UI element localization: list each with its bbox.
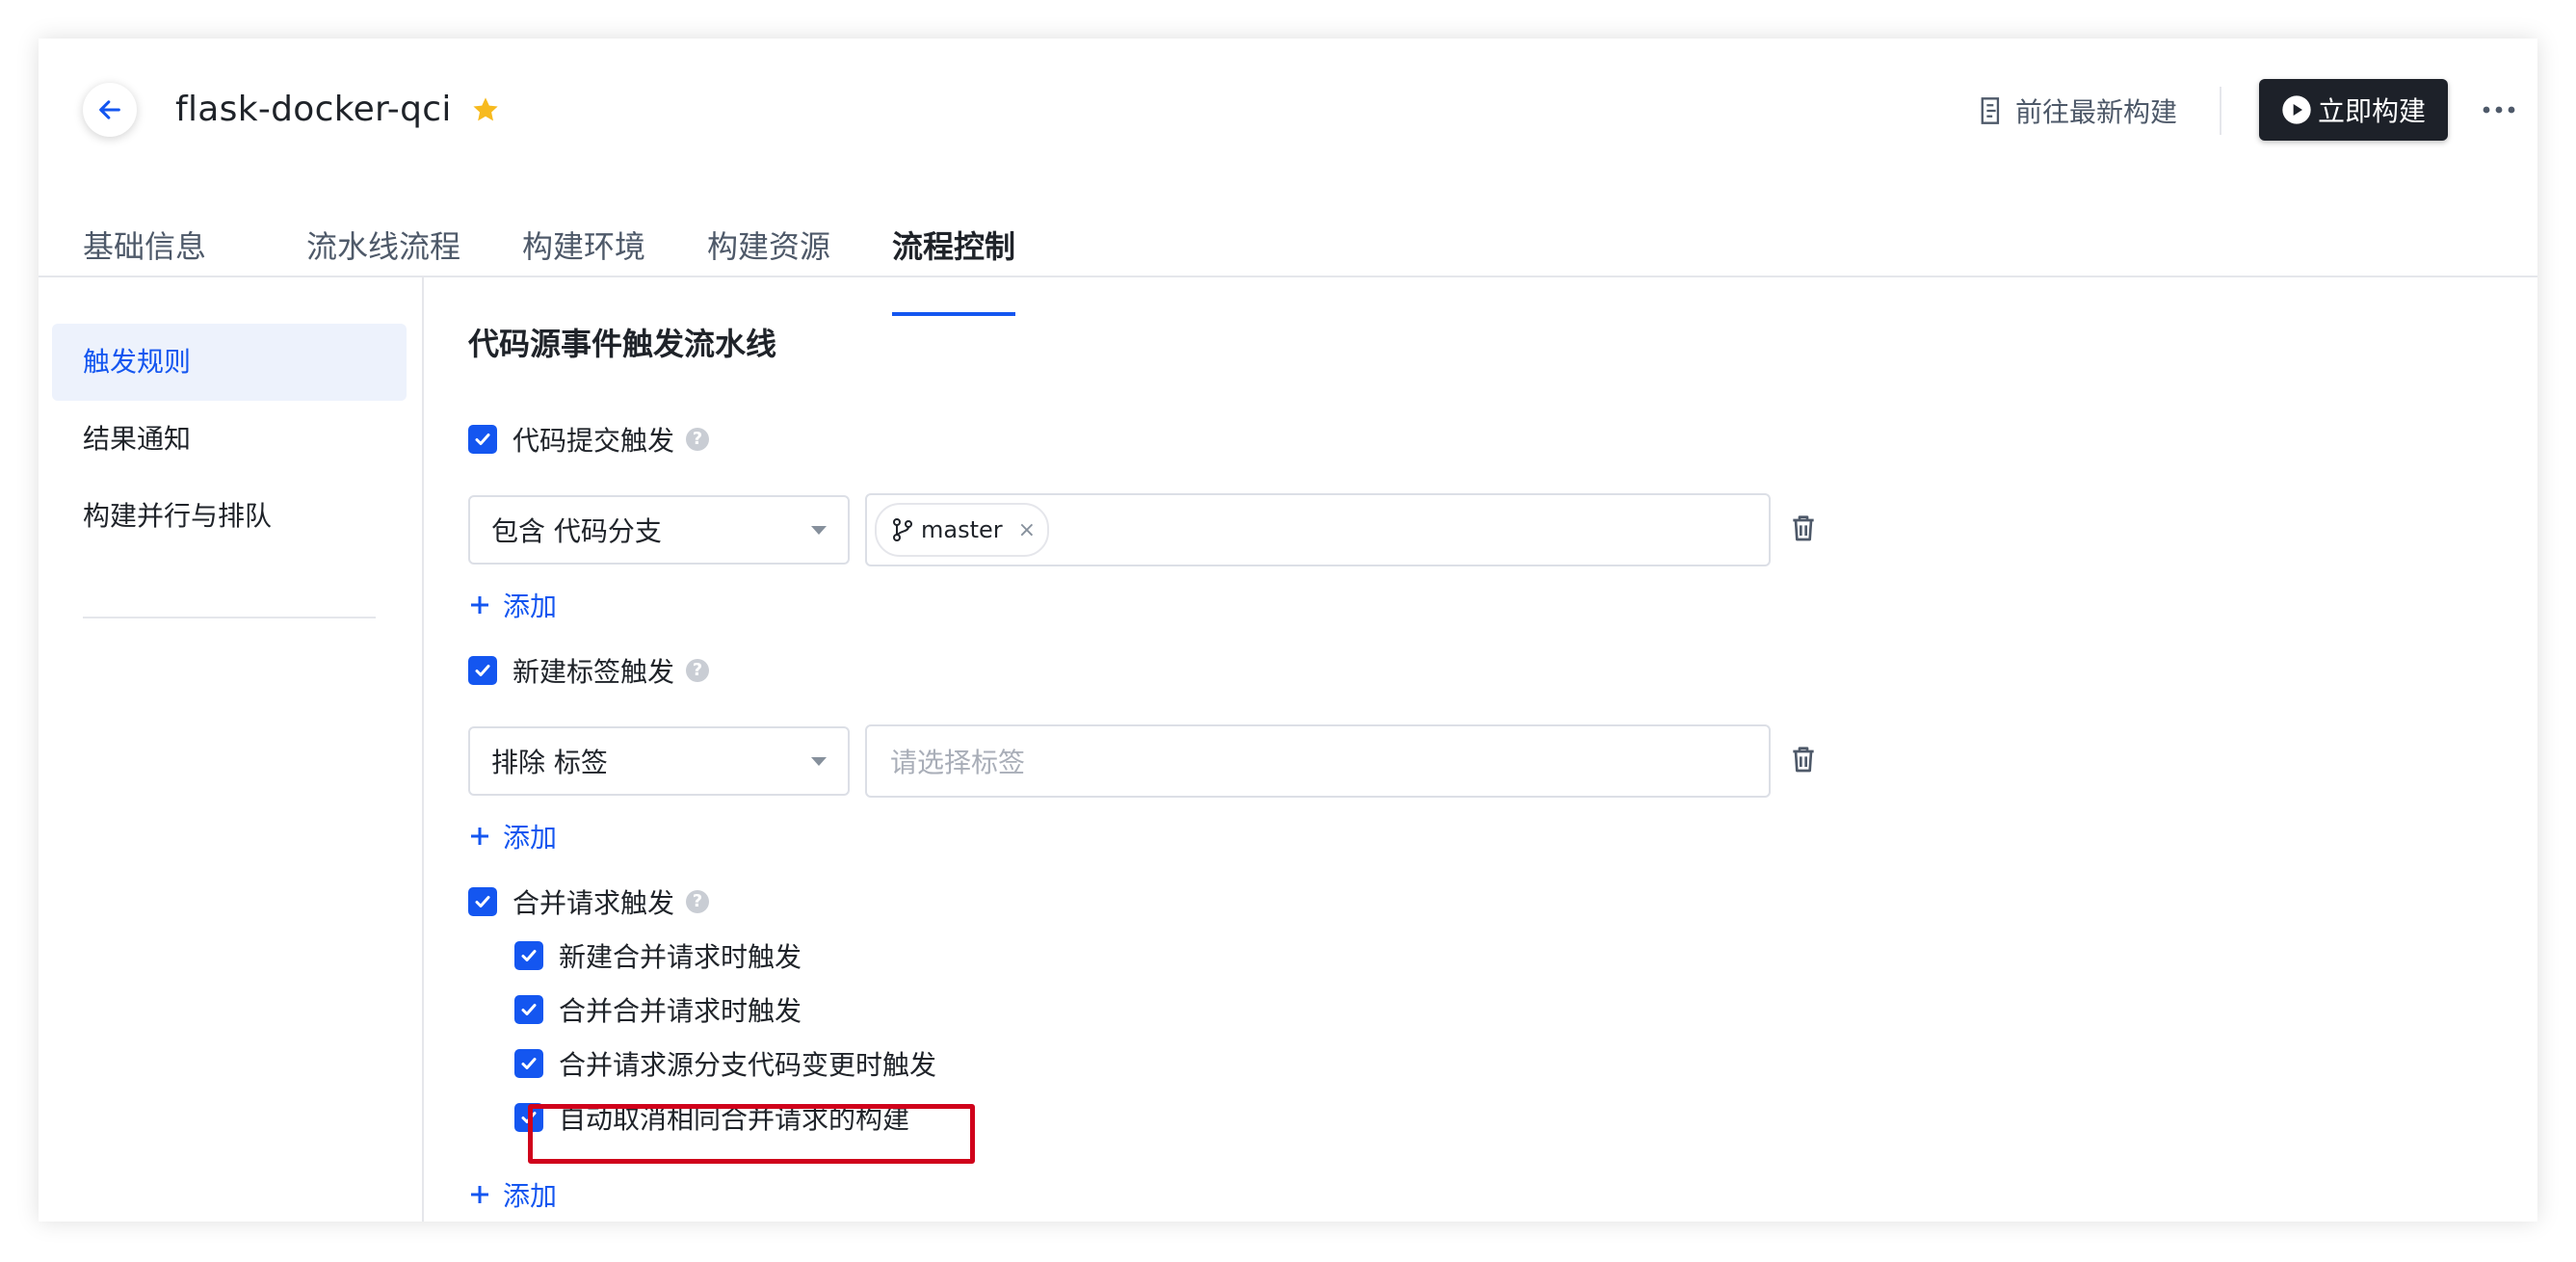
sidebar-item-parallel-queue[interactable]: 构建并行与排队 xyxy=(52,478,407,555)
add-label: 添加 xyxy=(503,1180,558,1212)
sidebar-divider xyxy=(83,617,376,618)
mr-trigger-label: 合并请求触发 xyxy=(513,887,675,919)
mr-option-row: 新建合并请求时触发 xyxy=(514,936,802,975)
git-branch-icon xyxy=(893,518,912,541)
tab-label: 基础信息 xyxy=(83,228,207,265)
arrow-left-icon xyxy=(99,100,120,119)
sidebar-item-label: 结果通知 xyxy=(83,423,192,455)
question-icon[interactable]: ? xyxy=(686,890,710,913)
mr-option-source-change-checkbox[interactable] xyxy=(514,1049,543,1078)
page-title: flask-docker-qci xyxy=(175,90,452,129)
mr-option-create-checkbox[interactable] xyxy=(514,941,543,970)
tab-label: 构建环境 xyxy=(522,228,646,265)
caret-down-icon xyxy=(811,757,827,766)
branch-tag-input[interactable]: master × xyxy=(865,493,1771,566)
close-icon[interactable]: × xyxy=(1018,518,1036,542)
section-title: 代码源事件触发流水线 xyxy=(468,326,777,362)
mr-option-merge-checkbox[interactable] xyxy=(514,995,543,1024)
question-icon[interactable]: ? xyxy=(686,428,710,451)
sidebar-item-result-notification[interactable]: 结果通知 xyxy=(52,401,407,478)
mr-option-label: 新建合并请求时触发 xyxy=(559,941,802,973)
push-trigger-checkbox[interactable] xyxy=(468,425,497,454)
back-button[interactable] xyxy=(83,83,137,137)
goto-latest-label: 前往最新构建 xyxy=(2015,96,2178,128)
check-icon xyxy=(521,1112,537,1123)
mr-trigger-checkbox[interactable] xyxy=(468,887,497,916)
plus-icon xyxy=(471,596,488,614)
check-icon xyxy=(475,896,490,907)
tag-select-placeholder: 请选择标签 xyxy=(890,747,1026,778)
mr-option-label: 自动取消相同合并请求的构建 xyxy=(559,1103,910,1135)
push-trigger-row: 代码提交触发 ? xyxy=(468,420,710,459)
pipeline-settings-card: flask-docker-qci 前往最新构建 立即构建 基础信息 流水线流程 xyxy=(39,39,2537,1222)
tag-trigger-checkbox[interactable] xyxy=(468,656,497,685)
document-icon xyxy=(1981,97,2000,124)
more-menu-button[interactable] xyxy=(2478,91,2520,129)
add-label: 添加 xyxy=(503,591,558,622)
question-icon[interactable]: ? xyxy=(686,659,710,682)
mr-option-row: 合并请求源分支代码变更时触发 xyxy=(514,1044,936,1083)
add-tag-rule-button[interactable]: 添加 xyxy=(468,817,557,855)
build-now-label: 立即构建 xyxy=(2317,95,2426,127)
tab-label: 流水线流程 xyxy=(306,228,461,265)
play-circle-icon xyxy=(2282,95,2311,124)
check-icon xyxy=(475,434,490,445)
add-label: 添加 xyxy=(503,822,558,854)
caret-down-icon xyxy=(811,526,827,535)
tag-trigger-label: 新建标签触发 xyxy=(513,656,675,688)
goto-latest-build-link[interactable]: 前往最新构建 xyxy=(1979,87,2177,135)
check-icon xyxy=(521,1004,537,1015)
trash-icon[interactable] xyxy=(1788,513,1819,543)
tab-label: 构建资源 xyxy=(707,228,831,265)
add-mr-rule-button[interactable]: 添加 xyxy=(468,1175,557,1214)
mr-option-auto-cancel-checkbox[interactable] xyxy=(514,1103,543,1132)
mr-option-label: 合并请求源分支代码变更时触发 xyxy=(559,1049,937,1081)
sidebar-item-label: 构建并行与排队 xyxy=(83,500,273,532)
ellipsis-icon xyxy=(2483,106,2515,114)
check-icon xyxy=(521,950,537,961)
sidebar-item-trigger-rules[interactable]: 触发规则 xyxy=(52,324,407,401)
build-now-button[interactable]: 立即构建 xyxy=(2259,79,2448,141)
branch-chip: master × xyxy=(875,503,1050,557)
tag-filter-select[interactable]: 排除 标签 xyxy=(468,726,850,796)
push-branch-filter-select[interactable]: 包含 代码分支 xyxy=(468,495,850,565)
check-icon xyxy=(475,665,490,676)
mr-option-label: 合并合并请求时触发 xyxy=(559,995,802,1027)
check-icon xyxy=(521,1058,537,1069)
branch-chip-label: master xyxy=(921,516,1003,543)
push-trigger-label: 代码提交触发 xyxy=(513,425,675,457)
mr-option-row: 合并合并请求时触发 xyxy=(514,990,802,1029)
trigger-rules-panel: 代码源事件触发流水线 代码提交触发 ? 包含 代码分支 master × 添加 … xyxy=(424,277,2537,1222)
tag-trigger-row: 新建标签触发 ? xyxy=(468,651,710,690)
tag-select-input[interactable]: 请选择标签 xyxy=(865,724,1771,798)
sidebar-item-label: 触发规则 xyxy=(83,346,192,378)
plus-icon xyxy=(471,1186,488,1203)
settings-sidebar: 触发规则 结果通知 构建并行与排队 xyxy=(39,277,424,1222)
select-value: 排除 标签 xyxy=(491,747,608,778)
plus-icon xyxy=(471,828,488,845)
tab-label: 流程控制 xyxy=(892,228,1016,265)
trash-icon[interactable] xyxy=(1788,744,1819,775)
mr-trigger-row: 合并请求触发 ? xyxy=(468,882,710,921)
header-divider xyxy=(2220,87,2221,135)
select-value: 包含 代码分支 xyxy=(491,515,662,547)
mr-option-row: 自动取消相同合并请求的构建 xyxy=(514,1098,909,1137)
star-icon[interactable] xyxy=(470,94,501,125)
add-push-rule-button[interactable]: 添加 xyxy=(468,586,557,624)
